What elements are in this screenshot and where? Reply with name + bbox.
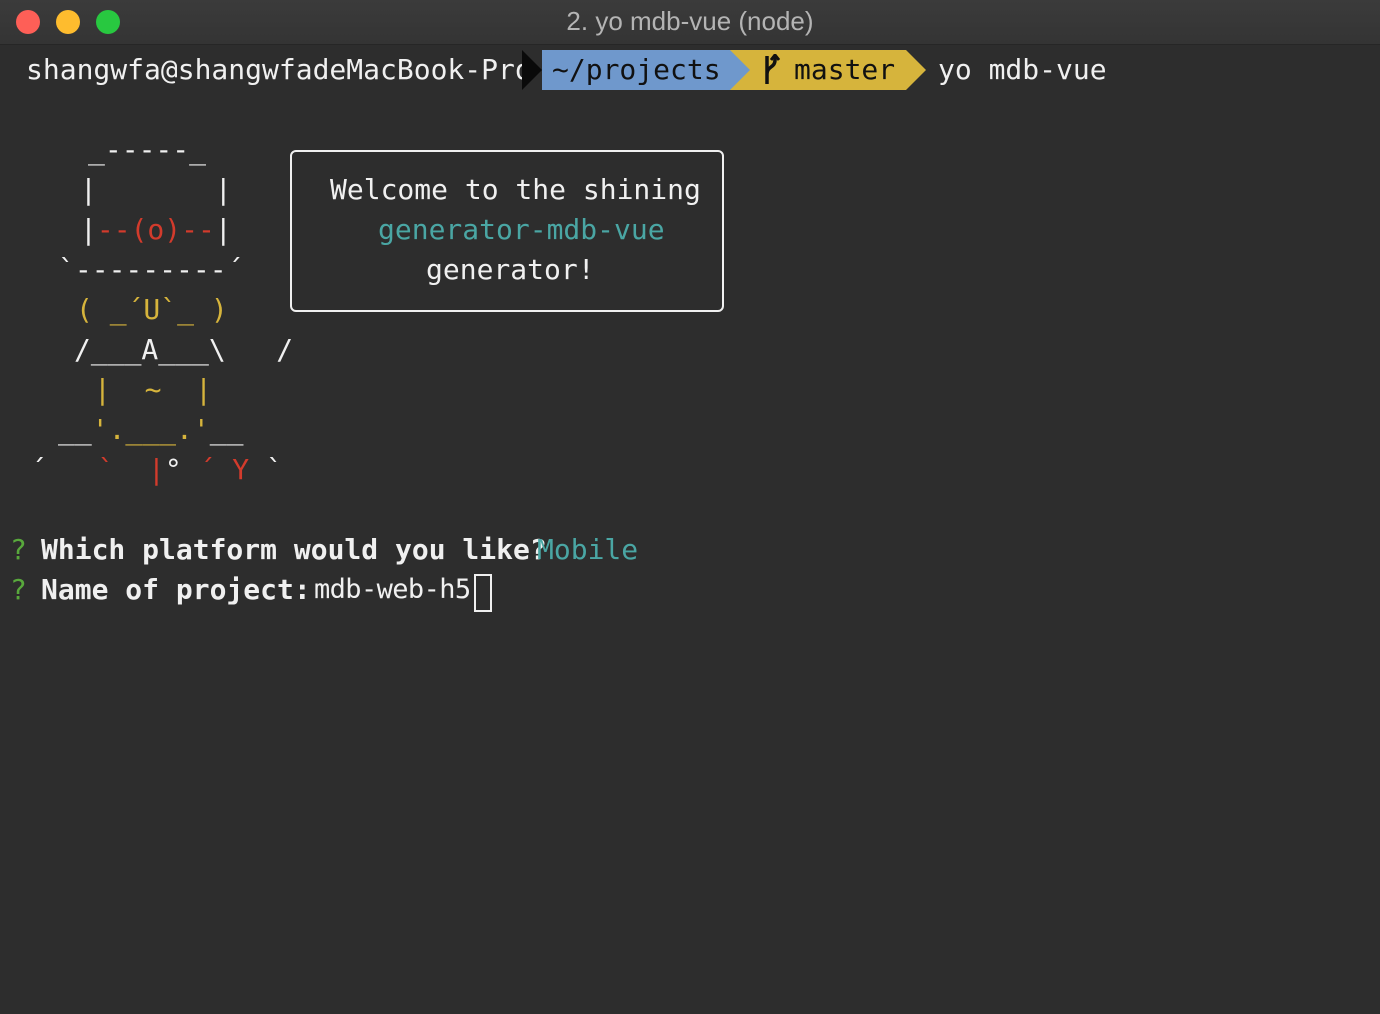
ascii-art-segment: ´ Y [198,453,250,486]
question-platform: Which platform would you like? [41,533,547,566]
prompt-branch: master [794,53,896,86]
prompt-branch-segment: master [750,50,906,90]
ascii-art-segment: ( _´U`_ ) [76,293,228,326]
prompt-user-host: shangwfa@shangwfadeMacBook-Pro [26,53,532,86]
window-title: 2. yo mdb-vue (node) [566,6,814,36]
welcome-generator-name: generator-mdb-vue [378,213,665,246]
ascii-art-line: `---------´ [58,250,243,290]
ascii-art-line: /___A___\ / [74,330,293,370]
prompt-separator [906,50,926,90]
ascii-art-segment: | [214,213,232,246]
ascii-art-segment: '.___.' [91,413,210,446]
question-project-name: Name of project: [41,573,311,606]
terminal-content[interactable]: shangwfa@shangwfadeMacBook-Pro ~/project… [0,44,1380,1014]
welcome-line-1: Welcome to the shining [330,173,701,206]
ascii-art-segment: ´ [30,453,98,486]
question-mark: ? [10,533,27,566]
ascii-art-line: ´ ` |° ´ Y ` [30,450,283,490]
ascii-art-line: | ~ | [94,370,212,410]
ascii-art-segment: | [80,213,97,246]
terminal-window: 2. yo mdb-vue (node) shangwfa@shangwfade… [0,0,1380,1014]
ascii-art-line: _-----_ [88,130,206,170]
prompt-command: yo mdb-vue [938,53,1107,86]
text-cursor [474,574,492,612]
question-mark: ? [10,573,27,606]
ascii-art-line: | | [80,170,232,210]
ascii-art-segment: __ [58,413,92,446]
ascii-art-segment: ` | [97,453,165,486]
prompt-separator [730,50,750,90]
ascii-art-line: |--(o)--| [80,210,232,250]
ascii-art-segment: ° [164,453,199,486]
ascii-art-segment: /___A___\ / [74,333,294,366]
ascii-art-line: __'.___.'__ [58,410,243,450]
ascii-art-segment: `---------´ [58,253,244,286]
ascii-art-segment: __ [209,413,244,446]
ascii-art-line: ( _´U`_ ) [76,290,228,330]
prompt-path: ~/projects [542,50,730,90]
ascii-art-segment: --(o)-- [96,213,215,246]
ascii-art-segment: | | [80,173,232,206]
ascii-art-segment: _-----_ [88,133,207,166]
welcome-line-3: generator! [426,253,595,286]
ascii-art-segment: ` [249,453,283,486]
ascii-art-segment: | ~ | [94,373,213,406]
project-name-input[interactable]: mdb-web-h5 [314,570,471,610]
answer-platform: Mobile [537,533,639,566]
prompt-separator [522,50,542,90]
git-branch-icon [765,54,780,84]
title-bar[interactable]: 2. yo mdb-vue (node) [0,0,1380,45]
